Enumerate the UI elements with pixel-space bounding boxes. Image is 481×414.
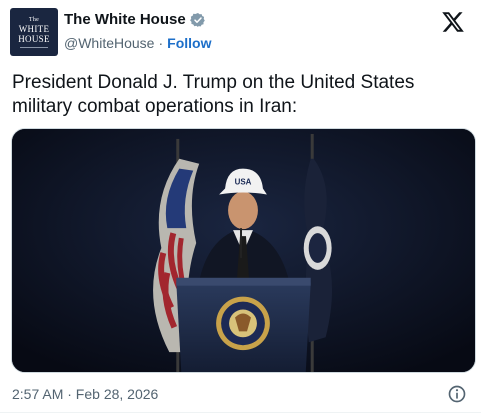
follow-button[interactable]: Follow	[167, 35, 211, 51]
x-logo-icon[interactable]	[441, 10, 465, 34]
display-name[interactable]: The White House	[64, 11, 186, 28]
tweet-text: President Donald J. Trump on the United …	[12, 72, 415, 117]
info-icon[interactable]	[447, 384, 467, 404]
verified-badge-icon	[189, 12, 205, 27]
timestamp[interactable]: 2:57 AM · Feb 28, 2026	[12, 386, 158, 402]
handle[interactable]: @WhiteHouse	[64, 35, 154, 51]
tweet-card: The WHITE HOUSE The White House @WhiteHo…	[0, 0, 481, 414]
cap-text: USA	[235, 178, 252, 187]
photo-scene: USA	[12, 129, 475, 372]
avatar[interactable]: The WHITE HOUSE	[10, 8, 58, 56]
podium-seal-icon	[176, 277, 311, 372]
microphone	[240, 228, 243, 258]
handle-row: @WhiteHouse · Follow	[64, 35, 211, 51]
separator-dot: ·	[158, 35, 164, 51]
divider	[0, 412, 481, 413]
avatar-text-the: The	[28, 16, 40, 23]
author-name-row: The White House	[64, 11, 206, 28]
tweet-photo[interactable]: USA	[11, 128, 476, 373]
avatar-text-white: WHITE	[18, 23, 50, 34]
avatar-text-house: HOUSE	[18, 33, 50, 44]
avatar-rule	[20, 46, 48, 48]
